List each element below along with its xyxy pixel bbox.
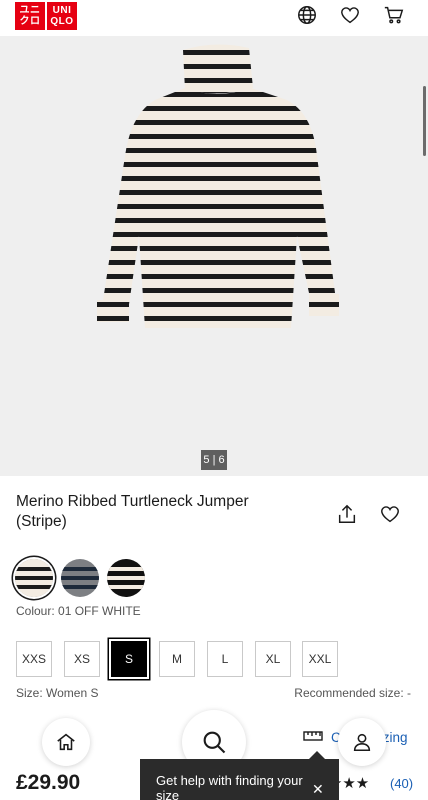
cart-icon[interactable]	[382, 3, 406, 27]
ruler-icon	[303, 730, 323, 745]
header-bar: ユニ クロ UNI QLO	[0, 0, 428, 36]
size-label: Size: Women S	[16, 686, 99, 700]
logo-block-en: UNI QLO	[47, 2, 77, 30]
size-button-m[interactable]: M	[159, 641, 195, 677]
home-button[interactable]	[42, 718, 90, 766]
heart-icon[interactable]	[338, 3, 362, 27]
colour-swatch-off-white[interactable]	[15, 559, 53, 597]
share-icon[interactable]	[336, 503, 358, 525]
review-count-link[interactable]: (40)	[390, 776, 413, 791]
size-button-xl[interactable]: XL	[255, 641, 291, 677]
uniqlo-logo[interactable]: ユニ クロ UNI QLO	[15, 2, 78, 30]
recommended-size: Recommended size: -	[294, 686, 411, 700]
size-button-xxl[interactable]: XXL	[302, 641, 338, 677]
size-help-popup[interactable]: Get help with finding your size	[140, 759, 339, 800]
product-image-gallery[interactable]: 5 | 6	[0, 36, 428, 476]
colour-swatch-black[interactable]	[107, 559, 145, 597]
help-popup-text: Get help with finding your size	[156, 773, 303, 800]
product-title: Merino Ribbed Turtleneck Jumper (Stripe)	[16, 493, 249, 530]
home-icon	[57, 733, 75, 751]
size-button-s[interactable]: S	[111, 641, 147, 677]
colour-label: Colour: 01 OFF WHITE	[16, 604, 141, 618]
size-button-xxs[interactable]: XXS	[16, 641, 52, 677]
size-button-xs[interactable]: XS	[64, 641, 100, 677]
account-button[interactable]	[338, 718, 386, 766]
colour-swatch-grey[interactable]	[61, 559, 99, 597]
product-image	[15, 36, 415, 396]
favourite-icon[interactable]	[379, 503, 401, 525]
globe-icon[interactable]	[295, 3, 319, 27]
product-price: £29.90	[16, 771, 81, 794]
gallery-scrollbar[interactable]	[423, 86, 426, 156]
logo-block-jp: ユニ クロ	[15, 2, 45, 30]
size-button-l[interactable]: L	[207, 641, 243, 677]
search-icon	[203, 731, 226, 754]
user-icon	[353, 733, 371, 752]
close-icon[interactable]: ✕	[312, 781, 324, 798]
image-counter: 5 | 6	[201, 450, 227, 470]
